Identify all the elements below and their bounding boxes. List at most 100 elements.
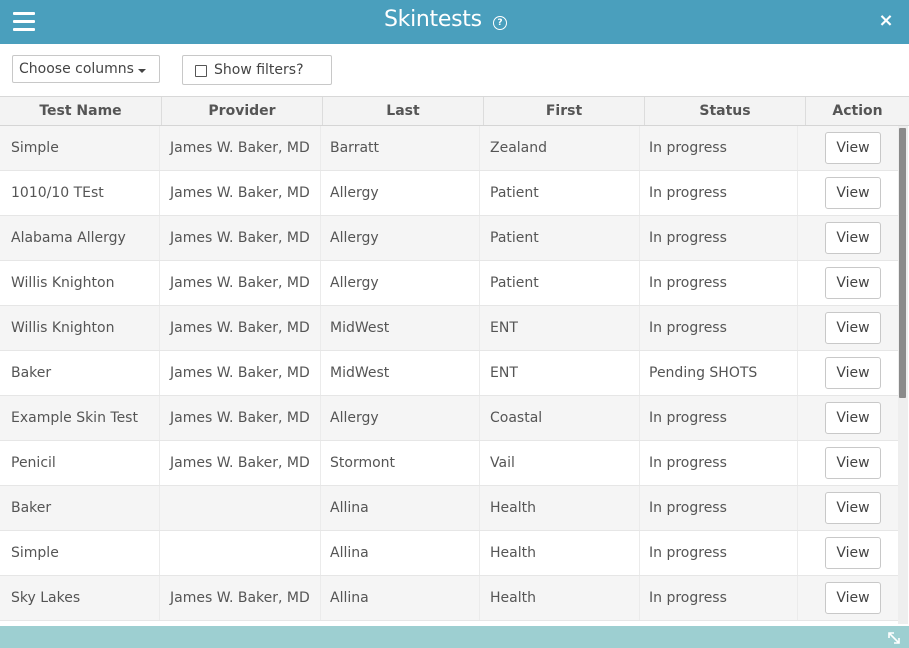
- close-icon[interactable]: ×: [878, 11, 894, 31]
- cell-status: In progress: [640, 486, 798, 530]
- cell-provider: James W. Baker, MD: [160, 441, 321, 485]
- toolbar: Choose columns Show filters?: [0, 44, 909, 96]
- hamburger-menu-icon[interactable]: [13, 12, 35, 31]
- cell-status: In progress: [640, 126, 798, 170]
- cell-test-name: Simple: [0, 531, 160, 575]
- view-button[interactable]: View: [825, 492, 881, 524]
- view-button[interactable]: View: [825, 222, 881, 254]
- cell-last: Allergy: [321, 396, 480, 440]
- choose-columns-dropdown[interactable]: Choose columns: [12, 55, 160, 83]
- cell-test-name: Example Skin Test: [0, 396, 160, 440]
- column-header-last[interactable]: Last: [323, 97, 484, 125]
- vertical-scrollbar[interactable]: [898, 126, 908, 624]
- cell-test-name: Simple: [0, 126, 160, 170]
- cell-first: Patient: [480, 261, 640, 305]
- cell-last: Allergy: [321, 216, 480, 260]
- cell-provider: James W. Baker, MD: [160, 171, 321, 215]
- cell-status: In progress: [640, 216, 798, 260]
- cell-last: Stormont: [321, 441, 480, 485]
- skintests-window: Skintests ? × Choose columns Show filter…: [0, 0, 909, 648]
- table-row: Example Skin Test James W. Baker, MD Aller…: [0, 396, 898, 441]
- cell-provider: James W. Baker, MD: [160, 126, 321, 170]
- cell-first: Health: [480, 576, 640, 620]
- grid-header: Test Name Provider Last First Status Act…: [0, 97, 909, 126]
- cell-first: Patient: [480, 216, 640, 260]
- cell-status: In progress: [640, 306, 798, 350]
- bottom-bar: [0, 626, 909, 648]
- show-filters-checkbox[interactable]: [195, 65, 207, 77]
- cell-last: Allina: [321, 531, 480, 575]
- cell-last: Allergy: [321, 171, 480, 215]
- view-button[interactable]: View: [825, 177, 881, 209]
- cell-status: In progress: [640, 441, 798, 485]
- table-row: Simple Allina Health In progress View: [0, 531, 898, 576]
- column-header-first[interactable]: First: [484, 97, 645, 125]
- column-header-status[interactable]: Status: [645, 97, 806, 125]
- cell-provider: James W. Baker, MD: [160, 351, 321, 395]
- cell-provider: James W. Baker, MD: [160, 306, 321, 350]
- column-header-action: Action: [832, 103, 883, 119]
- view-button[interactable]: View: [825, 357, 881, 389]
- table-row: Sky Lakes James W. Baker, MD Allina Health I…: [0, 576, 898, 621]
- view-button[interactable]: View: [825, 132, 881, 164]
- table-row: Baker Allina Health In progress View: [0, 486, 898, 531]
- cell-first: Coastal: [480, 396, 640, 440]
- cell-test-name: Willis Knighton: [0, 261, 160, 305]
- table-row: Penicil James W. Baker, MD Stormont Vail In …: [0, 441, 898, 486]
- cell-first: Patient: [480, 171, 640, 215]
- cell-status: In progress: [640, 171, 798, 215]
- caret-down-icon: [138, 69, 146, 73]
- view-button[interactable]: View: [825, 402, 881, 434]
- cell-provider: James W. Baker, MD: [160, 396, 321, 440]
- view-button[interactable]: View: [825, 267, 881, 299]
- table-row: Alabama Allergy James W. Baker, MD Allergy…: [0, 216, 898, 261]
- table-row: 1010/10 TEst James W. Baker, MD Allergy Pat…: [0, 171, 898, 216]
- view-button[interactable]: View: [825, 312, 881, 344]
- show-filters-label: Show filters?: [214, 62, 304, 78]
- grid-body: Simple James W. Baker, MD Barratt Zealand In…: [0, 126, 898, 624]
- column-header-test-name[interactable]: Test Name: [0, 97, 162, 125]
- cell-provider: James W. Baker, MD: [160, 216, 321, 260]
- table-row: Willis Knighton James W. Baker, MD Allergy…: [0, 261, 898, 306]
- cell-last: MidWest: [321, 351, 480, 395]
- cell-last: Allina: [321, 486, 480, 530]
- cell-last: MidWest: [321, 306, 480, 350]
- cell-test-name: Penicil: [0, 441, 160, 485]
- cell-test-name: Sky Lakes: [0, 576, 160, 620]
- view-button[interactable]: View: [825, 582, 881, 614]
- cell-status: In progress: [640, 396, 798, 440]
- cell-status: Pending SHOTS: [640, 351, 798, 395]
- scrollbar-thumb[interactable]: [899, 128, 906, 398]
- cell-status: In progress: [640, 531, 798, 575]
- cell-last: Barratt: [321, 126, 480, 170]
- cell-first: Vail: [480, 441, 640, 485]
- show-filters-toggle[interactable]: Show filters?: [182, 55, 332, 85]
- cell-first: ENT: [480, 306, 640, 350]
- view-button[interactable]: View: [825, 537, 881, 569]
- cell-test-name: Willis Knighton: [0, 306, 160, 350]
- skintests-grid: Test Name Provider Last First Status Act…: [0, 96, 909, 624]
- column-header-provider[interactable]: Provider: [162, 97, 323, 125]
- help-icon[interactable]: ?: [493, 16, 507, 30]
- cell-test-name: Alabama Allergy: [0, 216, 160, 260]
- cell-provider: [160, 531, 321, 575]
- cell-last: Allergy: [321, 261, 480, 305]
- cell-first: ENT: [480, 351, 640, 395]
- cell-status: In progress: [640, 576, 798, 620]
- view-button[interactable]: View: [825, 447, 881, 479]
- cell-provider: James W. Baker, MD: [160, 261, 321, 305]
- title-bar: Skintests ? ×: [0, 0, 909, 44]
- cell-test-name: Baker: [0, 486, 160, 530]
- cell-provider: [160, 486, 321, 530]
- window-title: Skintests: [384, 7, 482, 32]
- cell-first: Health: [480, 486, 640, 530]
- resize-corner-icon[interactable]: [886, 630, 902, 646]
- cell-provider: James W. Baker, MD: [160, 576, 321, 620]
- cell-test-name: Baker: [0, 351, 160, 395]
- table-row: Simple James W. Baker, MD Barratt Zealand In…: [0, 126, 898, 171]
- cell-last: Allina: [321, 576, 480, 620]
- cell-first: Zealand: [480, 126, 640, 170]
- cell-test-name: 1010/10 TEst: [0, 171, 160, 215]
- table-row: Baker James W. Baker, MD MidWest ENT Pending…: [0, 351, 898, 396]
- choose-columns-label: Choose columns: [19, 61, 134, 77]
